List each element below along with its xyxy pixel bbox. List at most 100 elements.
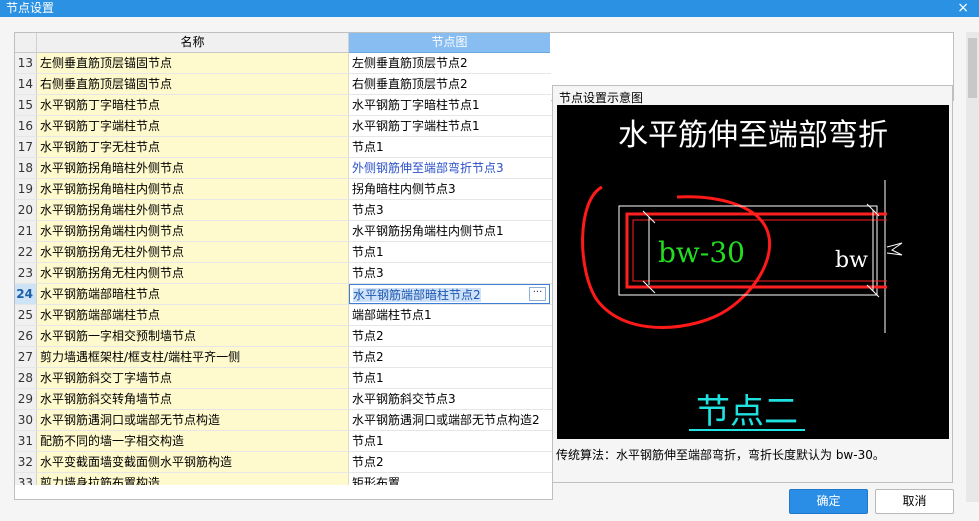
table-row[interactable]: 16 水平钢筋丁字端柱节点 水平钢筋丁字端柱节点1 [15,116,552,137]
row-node-cell[interactable]: 水平钢筋拐角端柱内侧节点1 [349,221,550,241]
row-node-cell[interactable]: 节点2 [349,347,550,367]
row-node-cell[interactable]: 水平钢筋遇洞口或端部无节点构造2 [349,410,550,430]
row-name-cell[interactable]: 右侧垂直筋顶层锚固节点 [37,74,349,94]
node-diagram-svg: 水平筋伸至端部弯折 bw-30 bw 节点二 [581,118,903,432]
row-node-cell[interactable]: 水平钢筋端部暗柱节点2 ··· [349,284,550,304]
node-label: 节点二 [696,392,798,432]
node-settings-grid: 名称 节点图 13 左侧垂直筋顶层锚固节点 左侧垂直筋顶层节点2 14 右侧垂直筋顶层锚… [14,32,553,500]
close-icon[interactable]: × [957,0,969,16]
row-name-cell[interactable]: 水平钢筋斜交丁字墙节点 [37,368,349,388]
row-node-cell[interactable]: 节点1 [349,431,550,451]
table-row[interactable]: 14 右侧垂直筋顶层锚固节点 右侧垂直筋顶层节点2 [15,74,552,95]
row-name-cell[interactable]: 水平钢筋斜交转角墙节点 [37,389,349,409]
table-row[interactable]: 29 水平钢筋斜交转角墙节点 水平钢筋斜交节点3 [15,389,552,410]
ok-button[interactable]: 确定 [789,489,868,514]
row-name-cell[interactable]: 水平钢筋拐角端柱内侧节点 [37,221,349,241]
table-row[interactable]: 25 水平钢筋端部端柱节点 端部端柱节点1 [15,305,552,326]
row-node-cell[interactable]: 外侧钢筋伸至端部弯折节点3 [349,158,550,178]
row-name-cell[interactable]: 剪力墙遇框架柱/框支柱/端柱平齐一侧 [37,347,349,367]
row-name-cell[interactable]: 水平钢筋端部暗柱节点 [37,284,349,304]
table-row[interactable]: 21 水平钢筋拐角端柱内侧节点 水平钢筋拐角端柱内侧节点1 [15,221,552,242]
table-row[interactable]: 18 水平钢筋拐角暗柱外侧节点 外侧钢筋伸至端部弯折节点3 [15,158,552,179]
preview-description: 传统算法：水平钢筋伸至端部弯折，弯折长度默认为 bw-30。 [556,448,885,462]
table-row[interactable]: 32 水平变截面墙变截面侧水平钢筋构造 节点2 [15,452,552,473]
row-name-cell[interactable]: 水平钢筋拐角暗柱内侧节点 [37,179,349,199]
row-number: 16 [15,116,37,136]
ellipsis-button[interactable]: ··· [529,287,546,301]
row-node-cell[interactable]: 水平钢筋斜交节点3 [349,389,550,409]
row-name-cell[interactable]: 水平钢筋一字相交预制墙节点 [37,326,349,346]
row-name-cell[interactable]: 水平钢筋丁字无柱节点 [37,137,349,157]
dim-label-right: bw [835,248,868,273]
grid-body: 13 左侧垂直筋顶层锚固节点 左侧垂直筋顶层节点2 14 右侧垂直筋顶层锚固节点 右侧垂直… [15,53,552,485]
dim-label-left: bw-30 [658,236,745,269]
vertical-scrollbar[interactable] [966,32,979,502]
table-row[interactable]: 20 水平钢筋拐角端柱外侧节点 节点3 [15,200,552,221]
window-title: 节点设置 [6,1,55,15]
row-node-cell[interactable]: 拐角暗柱内侧节点3 [349,179,550,199]
row-name-cell[interactable]: 剪力墙身拉筋布置构造 [37,473,349,485]
header-row-number [15,33,37,53]
row-node-cell[interactable]: 节点2 [349,326,550,346]
preview-title: 节点设置示意图 [559,91,644,105]
header-node-diagram[interactable]: 节点图 [349,33,550,53]
row-name-cell[interactable]: 水平钢筋端部端柱节点 [37,305,349,325]
row-number: 32 [15,452,37,472]
row-number: 13 [15,53,37,73]
table-row[interactable]: 33 剪力墙身拉筋布置构造 矩形布置 [15,473,552,485]
row-name-cell[interactable]: 水平钢筋拐角无柱内侧节点 [37,263,349,283]
row-node-cell[interactable]: 节点3 [349,263,550,283]
table-row[interactable]: 24 水平钢筋端部暗柱节点 水平钢筋端部暗柱节点2 ··· [15,284,552,305]
table-row[interactable]: 26 水平钢筋一字相交预制墙节点 节点2 [15,326,552,347]
row-name-cell[interactable]: 水平变截面墙变截面侧水平钢筋构造 [37,452,349,472]
row-node-cell[interactable]: 端部端柱节点1 [349,305,550,325]
table-row[interactable]: 27 剪力墙遇框架柱/框支柱/端柱平齐一侧 节点2 [15,347,552,368]
row-number: 24 [15,284,37,304]
row-number: 17 [15,137,37,157]
row-name-cell[interactable]: 水平钢筋拐角端柱外侧节点 [37,200,349,220]
row-node-cell[interactable]: 节点1 [349,137,550,157]
row-number: 15 [15,95,37,115]
table-row[interactable]: 17 水平钢筋丁字无柱节点 节点1 [15,137,552,158]
row-number: 30 [15,410,37,430]
row-name-cell[interactable]: 水平钢筋丁字端柱节点 [37,116,349,136]
table-row[interactable]: 31 配筋不同的墙一字相交构造 节点1 [15,431,552,452]
preview-diagram: 水平筋伸至端部弯折 bw-30 bw 节点二 [557,105,949,439]
grid-header: 名称 节点图 [15,33,552,53]
row-number: 21 [15,221,37,241]
table-row[interactable]: 13 左侧垂直筋顶层锚固节点 左侧垂直筋顶层节点2 [15,53,552,74]
row-node-cell[interactable]: 节点1 [349,242,550,262]
table-row[interactable]: 28 水平钢筋斜交丁字墙节点 节点1 [15,368,552,389]
row-name-cell[interactable]: 水平钢筋拐角暗柱外侧节点 [37,158,349,178]
table-row[interactable]: 22 水平钢筋拐角无柱外侧节点 节点1 [15,242,552,263]
row-number: 14 [15,74,37,94]
row-number: 27 [15,347,37,367]
cancel-button[interactable]: 取消 [875,489,954,514]
table-row[interactable]: 19 水平钢筋拐角暗柱内侧节点 拐角暗柱内侧节点3 [15,179,552,200]
row-node-cell[interactable]: 水平钢筋丁字端柱节点1 [349,116,550,136]
selected-node-value[interactable]: 水平钢筋端部暗柱节点2 [353,288,481,302]
row-number: 19 [15,179,37,199]
row-node-cell[interactable]: 节点2 [349,452,550,472]
table-row[interactable]: 15 水平钢筋丁字暗柱节点 水平钢筋丁字暗柱节点1 [15,95,552,116]
row-name-cell[interactable]: 水平钢筋丁字暗柱节点 [37,95,349,115]
row-node-cell[interactable]: 左侧垂直筋顶层节点2 [349,53,550,73]
row-number: 31 [15,431,37,451]
row-name-cell[interactable]: 左侧垂直筋顶层锚固节点 [37,53,349,73]
table-row[interactable]: 23 水平钢筋拐角无柱内侧节点 节点3 [15,263,552,284]
row-number: 25 [15,305,37,325]
break-mark [886,242,903,256]
row-node-cell[interactable]: 节点3 [349,200,550,220]
header-name[interactable]: 名称 [37,33,349,53]
row-node-cell[interactable]: 右侧垂直筋顶层节点2 [349,74,550,94]
scrollbar-thumb[interactable] [968,38,977,98]
row-node-cell[interactable]: 矩形布置 [349,473,550,485]
row-node-cell[interactable]: 水平钢筋丁字暗柱节点1 [349,95,550,115]
row-name-cell[interactable]: 配筋不同的墙一字相交构造 [37,431,349,451]
row-node-cell[interactable]: 节点1 [349,368,550,388]
table-row[interactable]: 30 水平钢筋遇洞口或端部无节点构造 水平钢筋遇洞口或端部无节点构造2 [15,410,552,431]
row-number: 29 [15,389,37,409]
row-name-cell[interactable]: 水平钢筋拐角无柱外侧节点 [37,242,349,262]
row-name-cell[interactable]: 水平钢筋遇洞口或端部无节点构造 [37,410,349,430]
row-number: 26 [15,326,37,346]
